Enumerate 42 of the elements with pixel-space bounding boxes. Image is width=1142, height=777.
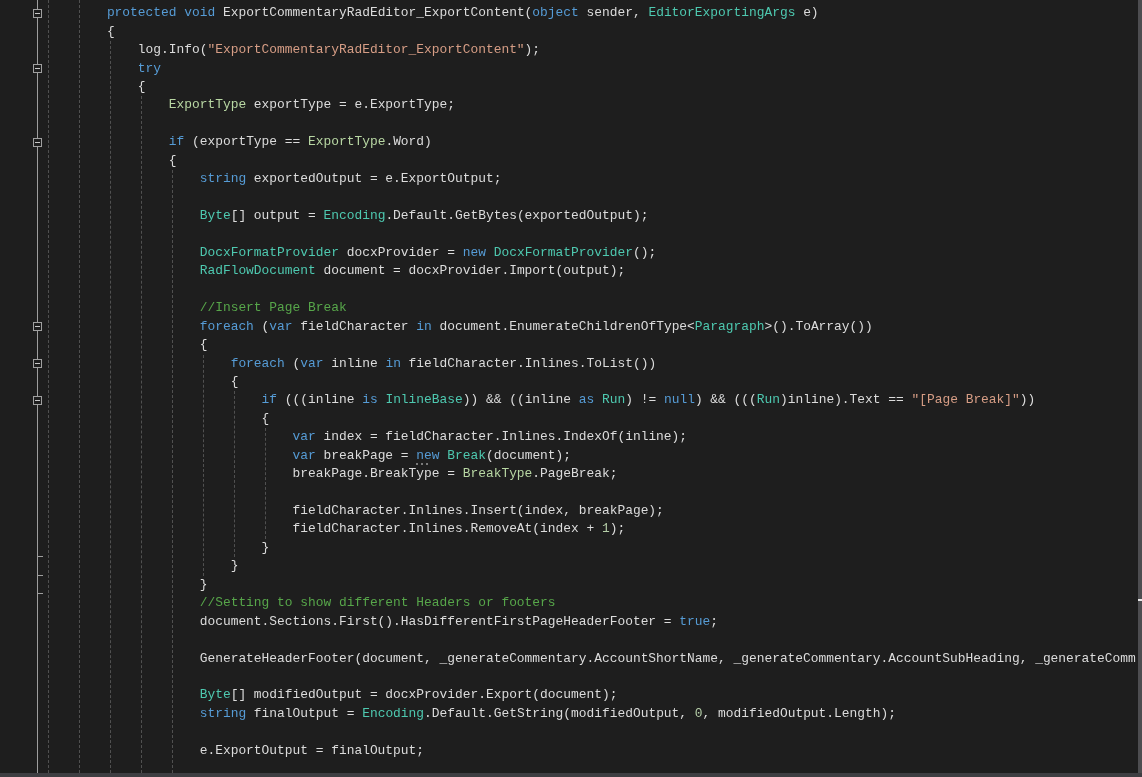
code-line: string exportedOutput = e.ExportOutput; bbox=[199, 172, 502, 187]
scroll-position-marker bbox=[1138, 599, 1142, 601]
code-line: { bbox=[137, 79, 146, 94]
code-line: document.Sections.First().HasDifferentFirstPageHeaderFooter = true; bbox=[199, 614, 719, 629]
collapse-icon[interactable] bbox=[33, 395, 42, 405]
code-line: GenerateHeaderFooter(document, _generateCommentary.AccountShortName, _generateCommentary.AccountSubHeading, _generateComm bbox=[199, 651, 1136, 666]
code-line: { bbox=[106, 24, 115, 39]
code-line: try bbox=[137, 61, 162, 76]
code-line: log.Info("ExportCommentaryRadEditor_ExportContent"); bbox=[137, 43, 541, 58]
code-line: } bbox=[230, 559, 239, 574]
horizontal-scrollbar[interactable] bbox=[0, 773, 1142, 777]
code-line: { bbox=[199, 338, 208, 353]
collapse-icon[interactable] bbox=[33, 359, 42, 369]
code-line: } bbox=[261, 540, 270, 555]
code-line: //Setting to show different Headers or footers bbox=[199, 596, 556, 611]
code-line: //Insert Page Break bbox=[199, 301, 347, 316]
code-line: string finalOutput = Encoding.Default.GetString(modifiedOutput, 0, modifiedOutput.Length); bbox=[199, 706, 896, 721]
collapse-icon[interactable] bbox=[33, 137, 42, 147]
code-line: { bbox=[168, 153, 177, 168]
code-line: foreach (var inline in fieldCharacter.Inlines.ToList()) bbox=[230, 356, 657, 371]
code-line: protected void ExportCommentaryRadEditor_ExportContent(object sender, EditorExportingArgs e) bbox=[106, 6, 819, 21]
code-line: if (((inline is InlineBase)) && ((inline as Run) != null) && (((Run)inline).Text == "[Page Break]")) bbox=[261, 393, 1036, 408]
code-line: RadFlowDocument document = docxProvider.Import(output); bbox=[199, 264, 626, 279]
code-line: breakPage.BreakType = BreakType.PageBreak; bbox=[292, 467, 618, 482]
code-line: var index = fieldCharacter.Inlines.IndexOf(inline); bbox=[292, 430, 688, 445]
code-line: Byte[] modifiedOutput = docxProvider.Export(document); bbox=[199, 688, 618, 703]
code-line: fieldCharacter.Inlines.RemoveAt(index + 1); bbox=[292, 522, 626, 537]
code-line: DocxFormatProvider docxProvider = new DocxFormatProvider(); bbox=[199, 245, 657, 260]
code-line: foreach (var fieldCharacter in document.EnumerateChildrenOfType<Paragraph>().ToArray()) bbox=[199, 319, 873, 334]
code-line: if (exportType == ExportType.Word) bbox=[168, 135, 432, 150]
collapse-icon[interactable] bbox=[33, 8, 42, 18]
code-line: Byte[] output = Encoding.Default.GetBytes(exportedOutput); bbox=[199, 209, 649, 224]
code-line: e.ExportOutput = finalOutput; bbox=[199, 743, 425, 758]
code-line: var breakPage = new Break(document); bbox=[292, 448, 572, 463]
code-line: fieldCharacter.Inlines.Insert(index, breakPage); bbox=[292, 504, 664, 519]
code-line: } bbox=[199, 577, 208, 592]
collapse-icon[interactable] bbox=[33, 64, 42, 74]
code-line: { bbox=[261, 411, 270, 426]
code-line: { bbox=[230, 374, 239, 389]
code-line: ExportType exportType = e.ExportType; bbox=[168, 98, 455, 113]
vertical-scrollbar[interactable] bbox=[1138, 0, 1142, 773]
collapse-icon[interactable] bbox=[33, 322, 42, 332]
